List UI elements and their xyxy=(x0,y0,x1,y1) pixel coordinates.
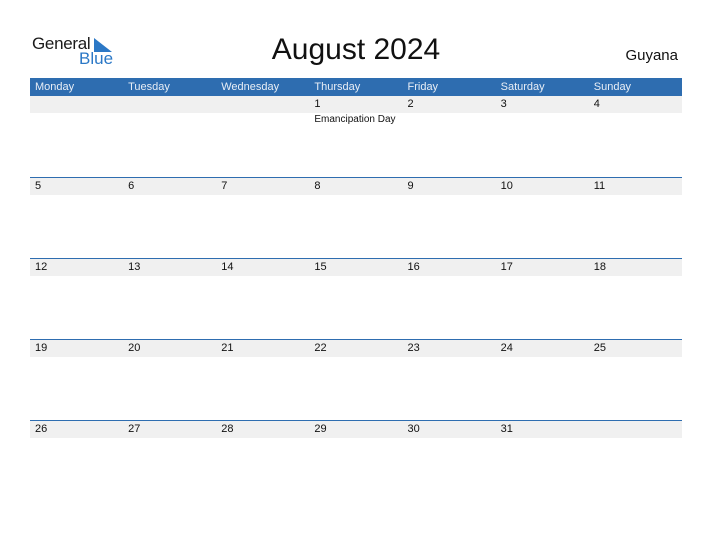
day-cell: 12 xyxy=(30,259,123,276)
day-number: 26 xyxy=(35,423,48,435)
day-number: 2 xyxy=(407,98,414,110)
day-number: 24 xyxy=(500,342,513,354)
day-cell: 22 xyxy=(309,340,402,357)
date-strip: 19 20 21 22 23 24 25 xyxy=(30,340,682,357)
day-number: 18 xyxy=(593,261,606,273)
holiday-label: Emancipation Day xyxy=(314,114,396,125)
day-number: 27 xyxy=(128,423,141,435)
date-strip: 26 27 28 29 30 31 xyxy=(30,421,682,438)
day-cell: 19 xyxy=(30,340,123,357)
day-cell: 21 xyxy=(216,340,309,357)
day-cell: 6 xyxy=(123,178,216,195)
day-cell: 5 xyxy=(30,178,123,195)
day-number: 10 xyxy=(500,180,513,192)
day-cell: 13 xyxy=(123,259,216,276)
weekday-wednesday: Wednesday xyxy=(221,81,280,93)
day-cell: 14 xyxy=(216,259,309,276)
day-cell: 15 xyxy=(309,259,402,276)
day-number: 25 xyxy=(593,342,606,354)
day-cell: 2 xyxy=(403,96,496,113)
day-cell: 20 xyxy=(123,340,216,357)
week-row: 12 13 14 15 16 17 18 xyxy=(30,258,682,339)
day-cell: 1 Emancipation Day xyxy=(309,96,402,125)
day-cell: 11 xyxy=(589,178,682,195)
day-cell: 30 xyxy=(403,421,496,438)
day-number: 21 xyxy=(221,342,234,354)
week-row: 26 27 28 29 30 31 xyxy=(30,420,682,501)
day-number: 6 xyxy=(128,180,135,192)
day-number: 14 xyxy=(221,261,234,273)
day-number: 28 xyxy=(221,423,234,435)
day-number: 31 xyxy=(500,423,513,435)
day-cell xyxy=(123,96,216,113)
day-number: 16 xyxy=(407,261,420,273)
day-number: 30 xyxy=(407,423,420,435)
date-strip: 12 13 14 15 16 17 18 xyxy=(30,259,682,276)
weekday-saturday: Saturday xyxy=(500,81,545,93)
day-cell xyxy=(30,96,123,113)
day-number: 22 xyxy=(314,342,327,354)
day-cell: 9 xyxy=(403,178,496,195)
day-number: 20 xyxy=(128,342,141,354)
day-cell: 3 xyxy=(496,96,589,113)
day-number: 15 xyxy=(314,261,327,273)
day-number: 11 xyxy=(593,180,606,192)
day-number: 9 xyxy=(407,180,414,192)
day-cell: 23 xyxy=(403,340,496,357)
date-strip: 5 6 7 8 9 10 11 xyxy=(30,178,682,195)
day-cell: 7 xyxy=(216,178,309,195)
day-number: 7 xyxy=(221,180,228,192)
day-cell: 18 xyxy=(589,259,682,276)
day-cell: 16 xyxy=(403,259,496,276)
weekday-thursday: Thursday xyxy=(314,81,361,93)
day-cell xyxy=(216,96,309,113)
day-cell: 4 xyxy=(589,96,682,113)
day-number: 23 xyxy=(407,342,420,354)
day-number: 19 xyxy=(35,342,48,354)
day-cell xyxy=(589,421,682,438)
weekday-friday: Friday xyxy=(407,81,439,93)
date-strip: 1 Emancipation Day 2 3 4 xyxy=(30,96,682,125)
day-number: 4 xyxy=(593,98,600,110)
day-number: 13 xyxy=(128,261,141,273)
day-number: 3 xyxy=(500,98,507,110)
day-number: 8 xyxy=(314,180,321,192)
day-cell: 28 xyxy=(216,421,309,438)
day-cell: 26 xyxy=(30,421,123,438)
day-cell: 8 xyxy=(309,178,402,195)
weekday-sunday: Sunday xyxy=(593,81,632,93)
calendar-title: August 2024 xyxy=(271,33,441,66)
week-row: 19 20 21 22 23 24 25 xyxy=(30,339,682,420)
day-number: 12 xyxy=(35,261,48,273)
day-cell: 29 xyxy=(309,421,402,438)
day-cell: 10 xyxy=(496,178,589,195)
day-cell: 25 xyxy=(589,340,682,357)
weekday-header: Monday Tuesday Wednesday Thursday Friday Satu… xyxy=(30,78,682,96)
weekday-tuesday: Tuesday xyxy=(128,81,170,93)
day-number: 29 xyxy=(314,423,327,435)
day-number: 17 xyxy=(500,261,513,273)
day-number: 5 xyxy=(35,180,42,192)
weeks-container: 1 Emancipation Day 2 3 4 5 6 7 8 9 10 11 12 13 14 15 16 1… xyxy=(30,96,682,501)
day-cell: 24 xyxy=(496,340,589,357)
week-row: 1 Emancipation Day 2 3 4 xyxy=(30,96,682,177)
calendar-grid: Monday Tuesday Wednesday Thursday Friday Satu… xyxy=(30,78,682,501)
country-label: Guyana xyxy=(625,47,678,64)
weekday-monday: Monday xyxy=(35,81,75,93)
day-cell: 31 xyxy=(496,421,589,438)
day-cell: 17 xyxy=(496,259,589,276)
week-row: 5 6 7 8 9 10 11 xyxy=(30,177,682,258)
day-cell: 27 xyxy=(123,421,216,438)
day-number: 1 xyxy=(314,98,321,110)
